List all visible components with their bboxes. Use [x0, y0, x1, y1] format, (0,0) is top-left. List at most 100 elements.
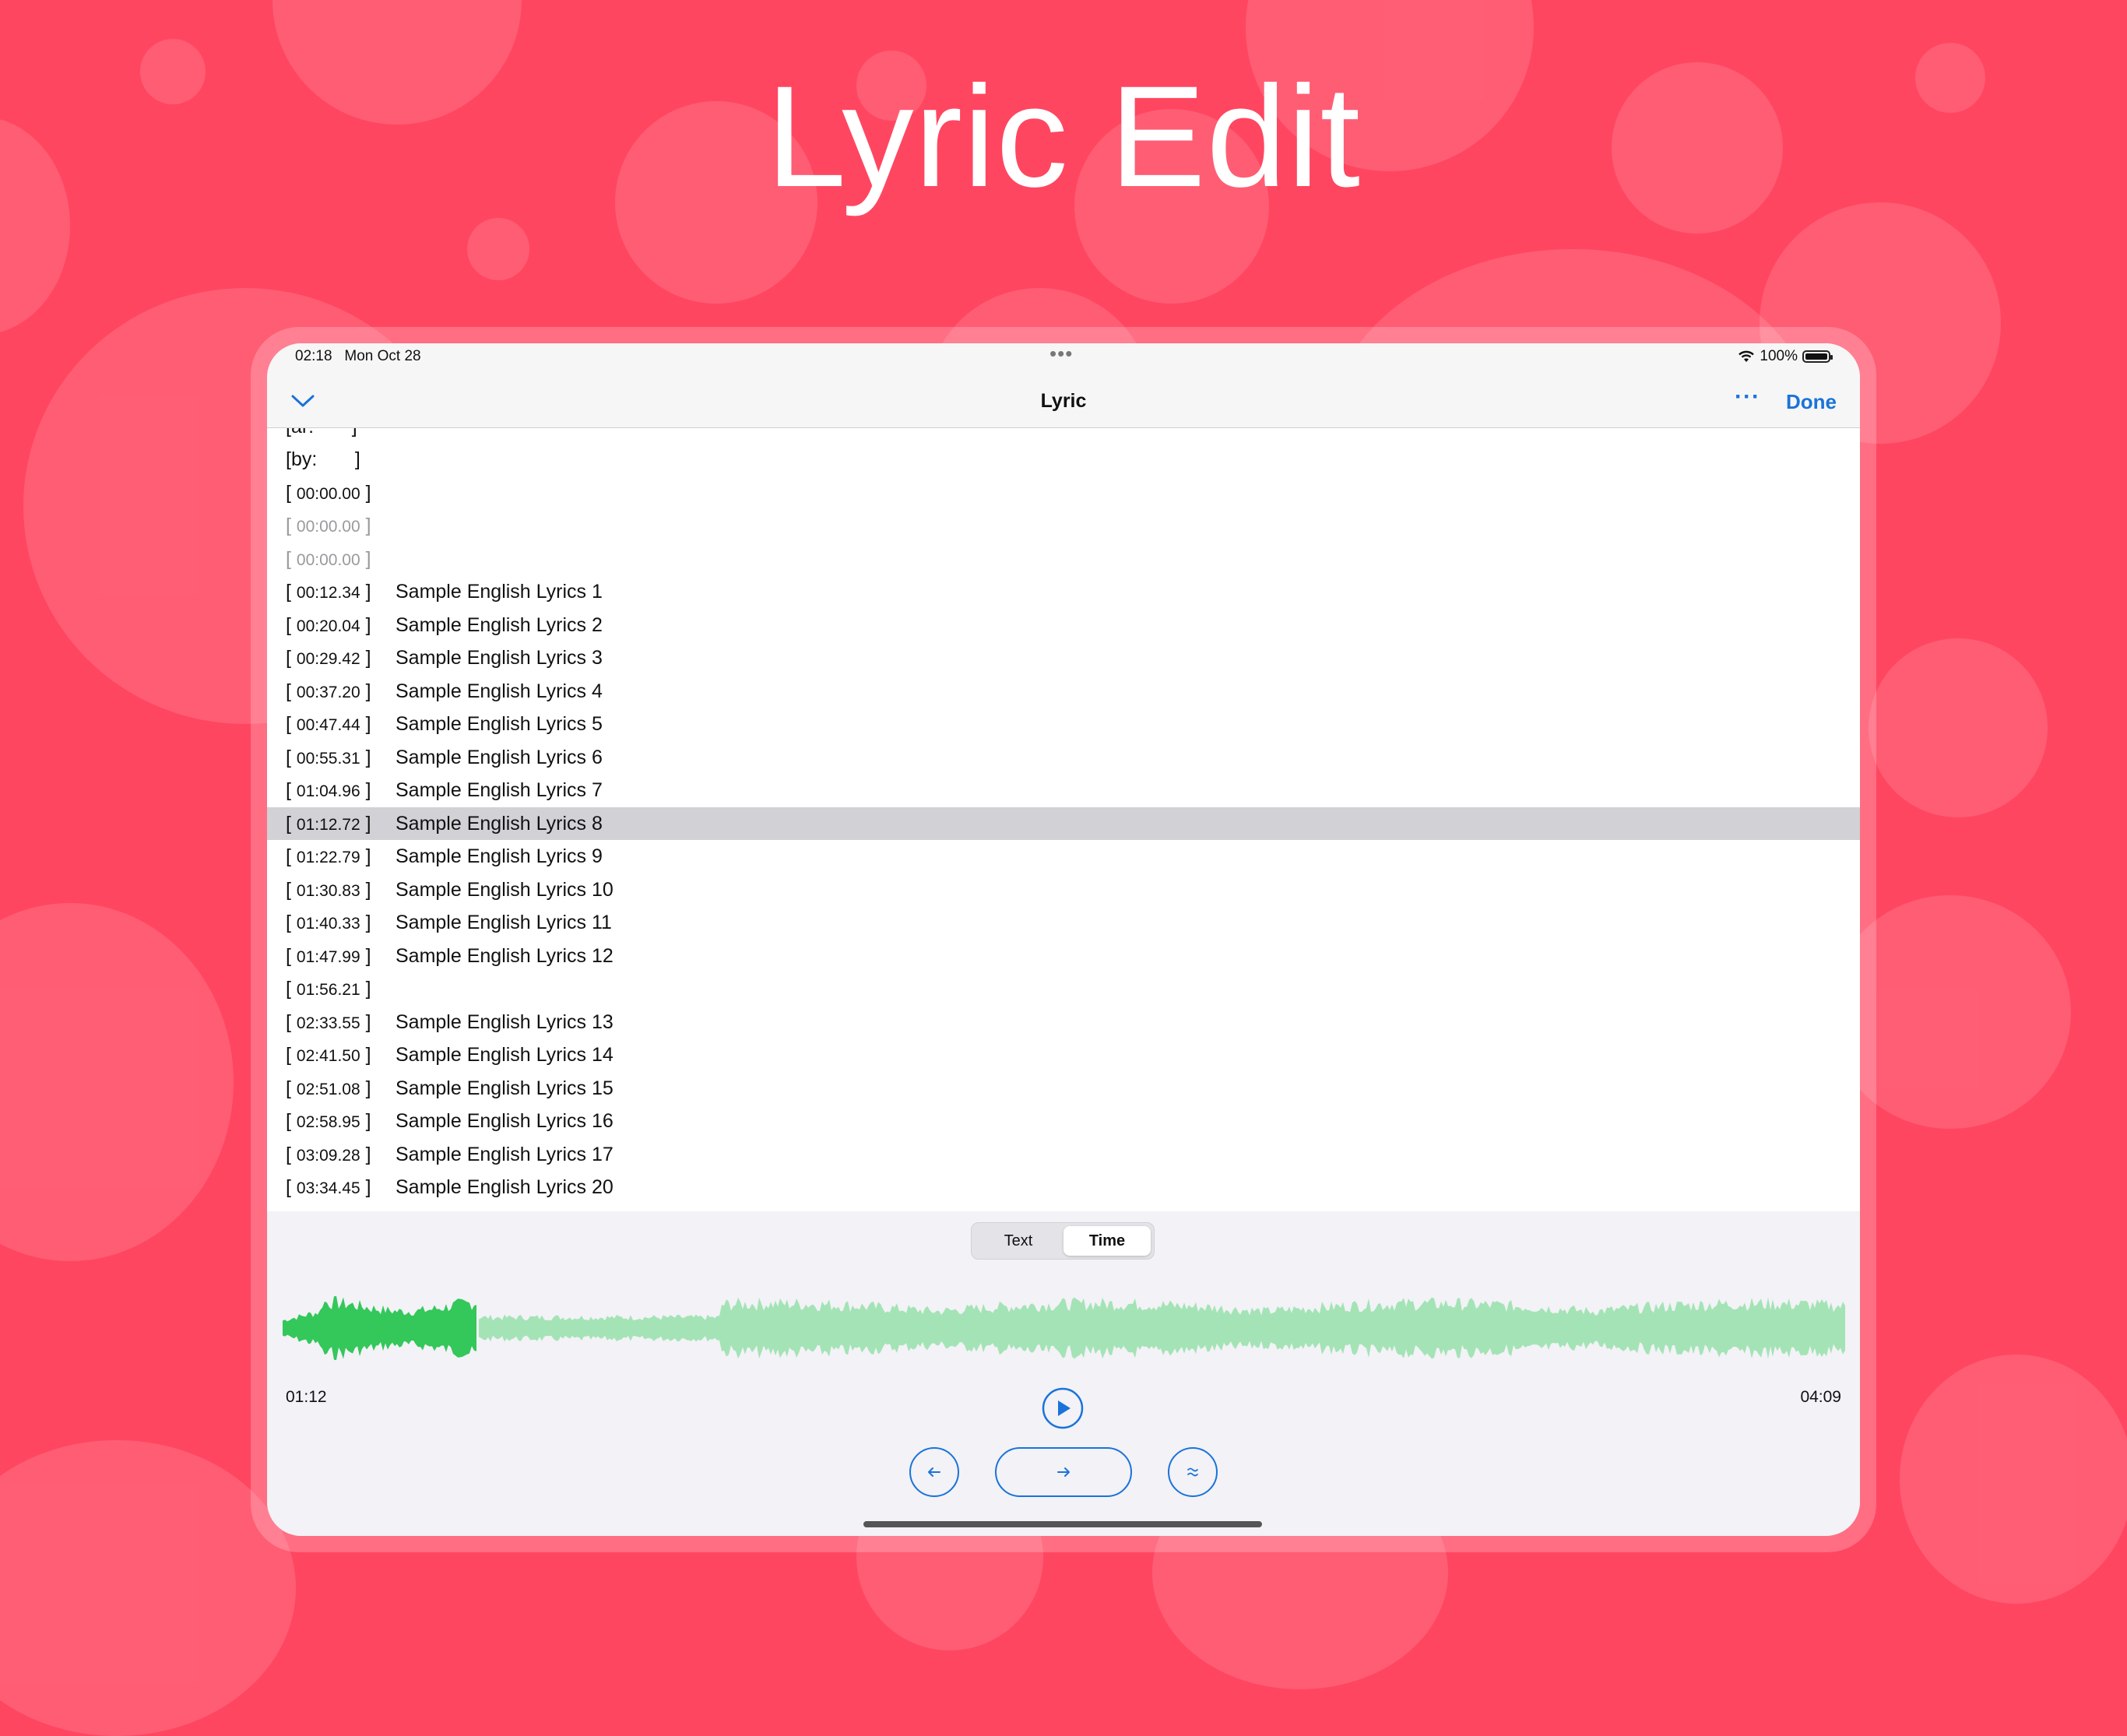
lyric-timestamp[interactable]: [ 01:04.96 ] [286, 779, 371, 802]
lyric-text[interactable]: Sample English Lyrics 2 [396, 614, 603, 637]
lyric-text[interactable]: Sample English Lyrics 3 [396, 647, 603, 669]
headline: Lyric Edit [766, 57, 1361, 217]
mode-segmented-control[interactable]: Text Time [971, 1222, 1155, 1260]
lyric-text[interactable]: Sample English Lyrics 9 [396, 845, 603, 868]
bracket-close: ] [360, 547, 371, 570]
lyric-line[interactable]: [ 00:55.31 ] Sample English Lyrics 6 [267, 741, 1860, 774]
timestamp-value: 02:58.95 [296, 1113, 360, 1131]
lyric-timestamp[interactable]: [ 00:00.00 ] [286, 548, 371, 571]
previous-line-button[interactable] [909, 1447, 959, 1497]
lyric-timestamp[interactable]: [ 01:30.83 ] [286, 879, 371, 901]
lyric-line[interactable]: [ 01:56.21 ] [267, 973, 1860, 1006]
bracket-close: ] [360, 1110, 371, 1132]
segment-text[interactable]: Text [975, 1226, 1062, 1256]
lyric-line[interactable]: [ 01:30.83 ] Sample English Lyrics 10 [267, 873, 1860, 906]
lyric-line[interactable]: [ 03:09.28 ] Sample English Lyrics 17 [267, 1138, 1860, 1171]
home-indicator[interactable] [863, 1521, 1262, 1527]
lyric-line[interactable]: [ 01:22.79 ] Sample English Lyrics 9 [267, 841, 1860, 873]
lyric-timestamp[interactable]: [ 00:12.34 ] [286, 581, 371, 603]
lyric-timestamp[interactable]: [ 00:00.00 ] [286, 482, 371, 504]
status-date: Mon Oct 28 [344, 348, 421, 364]
lyric-line[interactable]: [ 02:58.95 ] Sample English Lyrics 16 [267, 1105, 1860, 1138]
bracket-open: [ [286, 779, 297, 801]
lyric-line[interactable]: [ 00:12.34 ] Sample English Lyrics 1 [267, 576, 1860, 609]
lyric-line[interactable]: [ 02:33.55 ] Sample English Lyrics 13 [267, 1006, 1860, 1038]
lyric-timestamp[interactable]: [ 00:29.42 ] [286, 647, 371, 669]
lyric-text[interactable]: Sample English Lyrics 1 [396, 581, 603, 603]
play-circle-icon[interactable] [1042, 1387, 1084, 1429]
lyric-timestamp[interactable]: [ 02:41.50 ] [286, 1044, 371, 1067]
arrow-right-icon [1057, 1467, 1070, 1477]
lyric-timestamp[interactable]: [ 03:09.28 ] [286, 1144, 371, 1166]
more-button[interactable]: ··· [1735, 384, 1760, 410]
lyrics-editor[interactable]: [ar: ][by: ][ 00:00.00 ][ 00:00.00 ][ 00… [267, 428, 1860, 1211]
lyric-timestamp[interactable]: [ 02:58.95 ] [286, 1110, 371, 1133]
lyric-timestamp[interactable]: [ 00:47.44 ] [286, 713, 371, 736]
lyric-text[interactable]: Sample English Lyrics 12 [396, 945, 613, 968]
done-button[interactable]: Done [1786, 390, 1837, 414]
lyric-timestamp[interactable]: [ 01:47.99 ] [286, 945, 371, 968]
lyric-text[interactable]: Sample English Lyrics 5 [396, 713, 603, 736]
lyric-text[interactable]: Sample English Lyrics 15 [396, 1077, 613, 1100]
timestamp-value: 00:12.34 [296, 584, 360, 602]
lyric-timestamp[interactable]: [by: ] [286, 448, 360, 471]
lyric-text[interactable]: Sample English Lyrics 8 [396, 813, 603, 835]
sync-button[interactable] [1168, 1447, 1218, 1497]
lyric-timestamp[interactable]: [ 01:56.21 ] [286, 978, 371, 1000]
lyric-line[interactable]: [by: ] [267, 444, 1860, 476]
bracket-open: [ [286, 481, 297, 504]
lyric-text[interactable]: Sample English Lyrics 6 [396, 747, 603, 769]
lyric-meta-tag: [by: [286, 448, 318, 470]
lyric-text[interactable]: Sample English Lyrics 13 [396, 1011, 613, 1034]
multitasking-dots-icon[interactable]: ••• [1049, 343, 1073, 366]
lyric-line[interactable]: [ 02:41.50 ] Sample English Lyrics 14 [267, 1039, 1860, 1072]
lyric-timestamp[interactable]: [ 00:37.20 ] [286, 680, 371, 703]
lyric-line[interactable]: [ 00:47.44 ] Sample English Lyrics 5 [267, 708, 1860, 741]
lyric-timestamp[interactable]: [ 01:22.79 ] [286, 845, 371, 868]
lyric-timestamp[interactable]: [ 00:20.04 ] [286, 614, 371, 637]
lyric-timestamp[interactable]: [ar: ] [286, 428, 357, 438]
lyric-text[interactable]: Sample English Lyrics 20 [396, 1176, 613, 1199]
page-title: Lyric [1040, 390, 1087, 412]
lyric-text[interactable]: Sample English Lyrics 14 [396, 1044, 613, 1067]
timestamp-value: 01:40.33 [296, 915, 360, 933]
lyric-line[interactable]: [ 03:34.45 ] Sample English Lyrics 20 [267, 1172, 1860, 1204]
lyric-line[interactable]: [ 02:51.08 ] Sample English Lyrics 15 [267, 1072, 1860, 1105]
lyric-line[interactable]: [ 01:12.72 ] Sample English Lyrics 8 [267, 807, 1860, 840]
timestamp-value: 01:22.79 [296, 849, 360, 866]
lyric-timestamp[interactable]: [ 03:34.45 ] [286, 1176, 371, 1199]
bracket-open: [ [286, 581, 297, 603]
lyric-text[interactable]: Sample English Lyrics 10 [396, 879, 613, 901]
lyric-timestamp[interactable]: [ 01:12.72 ] [286, 813, 371, 835]
lyric-line[interactable]: [ 01:04.96 ] Sample English Lyrics 7 [267, 775, 1860, 807]
lyric-text[interactable]: Sample English Lyrics 4 [396, 680, 603, 703]
lyric-timestamp[interactable]: [ 02:33.55 ] [286, 1011, 371, 1034]
lyric-timestamp[interactable]: [ 02:51.08 ] [286, 1077, 371, 1100]
lyric-line[interactable]: [ 00:00.00 ] [267, 543, 1860, 575]
lyric-timestamp[interactable]: [ 01:40.33 ] [286, 912, 371, 934]
lyric-text[interactable]: Sample English Lyrics 7 [396, 779, 603, 802]
lyric-line[interactable]: [ 01:47.99 ] Sample English Lyrics 12 [267, 940, 1860, 972]
bracket-open: [ [286, 1143, 297, 1165]
next-line-button[interactable] [995, 1447, 1132, 1497]
lyric-text[interactable]: Sample English Lyrics 17 [396, 1144, 613, 1166]
timestamp-value: 01:56.21 [296, 981, 360, 999]
lyric-timestamp[interactable]: [ 00:55.31 ] [286, 747, 371, 769]
lyric-line[interactable]: [ 00:00.00 ] [267, 510, 1860, 543]
lyric-line[interactable]: [ 00:37.20 ] Sample English Lyrics 4 [267, 675, 1860, 708]
lyric-line[interactable]: [ 00:20.04 ] Sample English Lyrics 2 [267, 609, 1860, 641]
segment-time[interactable]: Time [1064, 1226, 1151, 1256]
lyric-timestamp[interactable]: [ 00:00.00 ] [286, 515, 371, 537]
lyric-line[interactable]: [ 00:00.00 ] [267, 476, 1860, 509]
lyric-line[interactable]: [ 01:40.33 ] Sample English Lyrics 11 [267, 907, 1860, 940]
bracket-close: ] [360, 746, 371, 768]
current-time: 01:12 [286, 1388, 327, 1406]
waveform-played [283, 1295, 476, 1361]
lyric-line[interactable]: [ 03:48.33 ] [267, 1204, 1860, 1212]
status-time: 02:18 Mon Oct 28 [295, 348, 421, 365]
lyric-text[interactable]: Sample English Lyrics 11 [396, 912, 612, 934]
lyric-text[interactable]: Sample English Lyrics 16 [396, 1110, 613, 1133]
audio-waveform[interactable] [283, 1285, 1846, 1371]
lyric-line[interactable]: [ar: ] [267, 428, 1860, 443]
lyric-line[interactable]: [ 00:29.42 ] Sample English Lyrics 3 [267, 642, 1860, 675]
